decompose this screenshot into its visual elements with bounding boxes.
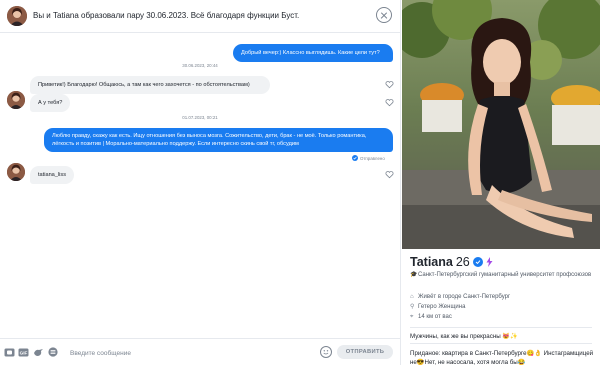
profile-name-text: Tatiana [410,255,453,269]
send-button[interactable]: ОТПРАВИТЬ [337,345,393,359]
home-icon: ⌂ [410,294,414,300]
profile-panel: Tatiana 26 🎓Санкт-Петербургский гуманита… [402,0,600,365]
outgoing-message[interactable]: Добрый вечер:) Классно выглядишь. Какие … [233,44,393,62]
distance-text: 14 км от вас [418,314,452,320]
message-input[interactable] [70,347,300,359]
education-text: Санкт-Петербургский гуманитарный универс… [418,272,592,278]
message-status: Отправлено [352,155,385,161]
profile-orientation: ⚲ Гетеро Женщина [410,303,465,312]
profile-city: ⌂ Живёт в городе Санкт-Петербург [410,293,510,302]
emoji-icon[interactable] [320,346,332,358]
orientation-text: Гетеро Женщина [418,304,466,310]
like-heart-icon[interactable] [385,98,394,107]
divider [410,327,592,328]
profile-bio: Мужчины, как же вы прекрасны 😻✨ [410,333,518,340]
gif-icon[interactable]: GIF [18,348,29,357]
list-icon[interactable] [48,347,58,357]
message-timestamp: 30.06.2023, 20:44 [182,63,218,68]
chat-panel: Вы и Tatiana образовали пару 30.06.2023.… [0,0,401,365]
close-chat-button[interactable] [376,7,392,23]
chat-header: Вы и Tatiana образовали пару 30.06.2023.… [0,0,401,33]
incoming-message[interactable]: А у тебя? [30,94,71,112]
verified-badge-icon [472,257,483,267]
sticker-icon[interactable] [4,348,15,357]
svg-text:GIF: GIF [20,351,28,356]
outgoing-message[interactable]: Люблю правду, скажу как есть. Ищу отноше… [44,128,393,152]
delivered-check-icon [352,155,358,161]
like-heart-icon[interactable] [385,80,394,89]
location-pin-icon: ⌖ [410,314,414,320]
person-icon: ⚲ [410,304,415,310]
incoming-message[interactable]: Приветик!) Благодарю! Общаюсь, а там как… [30,76,270,94]
profile-distance: ⌖ 14 км от вас [410,313,452,322]
profile-photo[interactable] [402,0,600,249]
bird-icon[interactable] [33,348,44,357]
city-text: Живёт в городе Санкт-Петербург [418,294,511,300]
match-avatar-small[interactable] [7,91,25,109]
match-avatar-small[interactable] [7,163,25,181]
match-avatar[interactable] [7,6,27,26]
profile-age: 26 [455,255,470,269]
profile-name: Tatiana 26 [410,255,493,269]
divider [410,343,592,344]
message-timestamp: 01.07.2023, 00:21 [182,115,218,120]
boost-bolt-icon [486,257,493,267]
profile-education: 🎓Санкт-Петербургский гуманитарный универ… [410,271,596,280]
profile-bio-extra: Приданое: квартира в Санкт-Петербурге😋👌 … [410,350,594,365]
compose-bar: GIF ОТПРАВИТЬ [0,338,401,365]
incoming-message[interactable]: tatiana_liss [30,166,74,184]
education-icon: 🎓 [410,272,418,278]
like-heart-icon[interactable] [385,170,394,179]
match-header-text: Вы и Tatiana образовали пару 30.06.2023.… [33,11,300,20]
status-label: Отправлено [360,155,385,161]
